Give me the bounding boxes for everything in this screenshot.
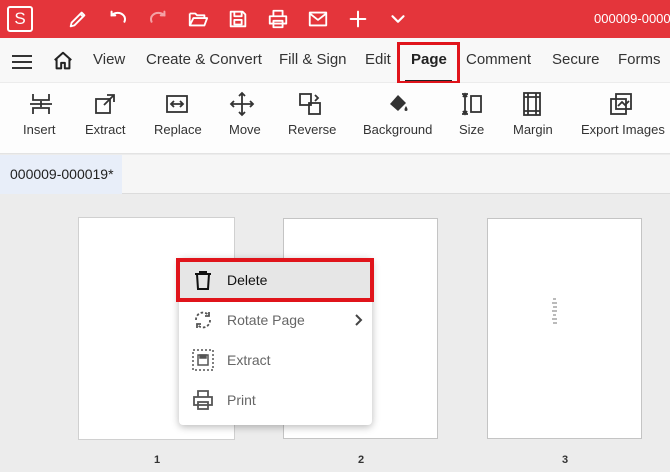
open-folder-icon[interactable] xyxy=(186,7,210,31)
print-icon xyxy=(193,390,213,410)
mail-icon[interactable] xyxy=(306,7,330,31)
menu-view[interactable]: View xyxy=(93,38,125,82)
replace-button[interactable]: Replace xyxy=(150,83,206,153)
margin-label: Margin xyxy=(513,122,553,137)
replace-page-icon xyxy=(166,95,188,113)
extract-page-icon xyxy=(95,94,115,114)
page-content-preview xyxy=(552,298,557,324)
move-label: Move xyxy=(229,122,261,137)
replace-label: Replace xyxy=(154,122,202,137)
reverse-button[interactable]: Reverse xyxy=(284,83,338,153)
add-icon[interactable] xyxy=(346,7,370,31)
reverse-label: Reverse xyxy=(288,122,337,137)
page-toolbar: Insert Extract Replace Move Reverse Back… xyxy=(0,83,670,154)
extract-button[interactable]: Extract xyxy=(84,83,130,153)
size-button[interactable]: Size xyxy=(456,83,490,153)
context-menu-extract-label: Extract xyxy=(227,352,271,368)
margin-icon xyxy=(523,92,541,116)
size-label: Size xyxy=(459,122,485,137)
reverse-icon xyxy=(299,93,321,115)
page-size-icon xyxy=(462,92,482,116)
extract-label: Extract xyxy=(85,122,126,137)
insert-page-icon xyxy=(30,94,52,114)
menu-create-convert[interactable]: Create & Convert xyxy=(146,38,262,82)
context-menu-rotate-page-label: Rotate Page xyxy=(227,312,305,328)
menu-comment[interactable]: Comment xyxy=(466,38,531,82)
chevron-right-icon xyxy=(355,314,363,326)
margin-button[interactable]: Margin xyxy=(510,83,556,153)
document-tab-bar: 000009-000019* xyxy=(0,155,670,194)
context-menu-rotate-page: Rotate Page xyxy=(179,300,372,340)
background-button[interactable]: Background xyxy=(360,83,436,153)
move-button[interactable]: Move xyxy=(226,83,266,153)
page-tab-highlight xyxy=(397,42,460,84)
document-tab[interactable]: 000009-000019* xyxy=(0,155,122,194)
rotate-icon xyxy=(195,311,211,329)
print-icon[interactable] xyxy=(266,7,290,31)
save-icon[interactable] xyxy=(226,7,250,31)
undo-icon[interactable] xyxy=(106,7,130,31)
context-menu-extract: Extract xyxy=(179,340,372,380)
export-images-icon xyxy=(610,93,632,115)
chevron-down-icon[interactable] xyxy=(386,7,410,31)
redo-icon xyxy=(146,7,170,31)
menu-secure[interactable]: Secure xyxy=(552,38,600,82)
pen-icon[interactable] xyxy=(66,7,90,31)
delete-highlight-frame xyxy=(176,258,374,302)
menu-bar: View Create & Convert Fill & Sign Edit P… xyxy=(0,38,670,82)
app-logo[interactable]: S xyxy=(7,6,33,32)
export-images-button[interactable]: Export Images xyxy=(578,83,668,153)
home-icon[interactable] xyxy=(52,50,74,72)
page-number-2: 2 xyxy=(357,454,365,466)
background-fill-icon xyxy=(390,95,408,111)
title-bar: S 000009-000019* xyxy=(0,0,670,38)
extract-icon xyxy=(192,349,214,371)
page-thumbnail-3[interactable] xyxy=(487,218,642,439)
menu-forms[interactable]: Forms xyxy=(618,38,661,82)
menu-edit[interactable]: Edit xyxy=(365,38,391,82)
document-title: 000009-000019* xyxy=(594,11,670,26)
page-number-1: 1 xyxy=(153,454,161,466)
context-menu-print: Print xyxy=(179,380,372,420)
insert-label: Insert xyxy=(23,122,56,137)
context-menu-print-label: Print xyxy=(227,392,256,408)
menu-fill-sign[interactable]: Fill & Sign xyxy=(279,38,347,82)
export-images-label: Export Images xyxy=(581,122,665,137)
hamburger-menu-icon[interactable] xyxy=(12,55,32,69)
page-number-3: 3 xyxy=(561,454,569,466)
move-icon xyxy=(229,91,255,117)
background-label: Background xyxy=(363,122,433,137)
insert-button[interactable]: Insert xyxy=(18,83,64,153)
